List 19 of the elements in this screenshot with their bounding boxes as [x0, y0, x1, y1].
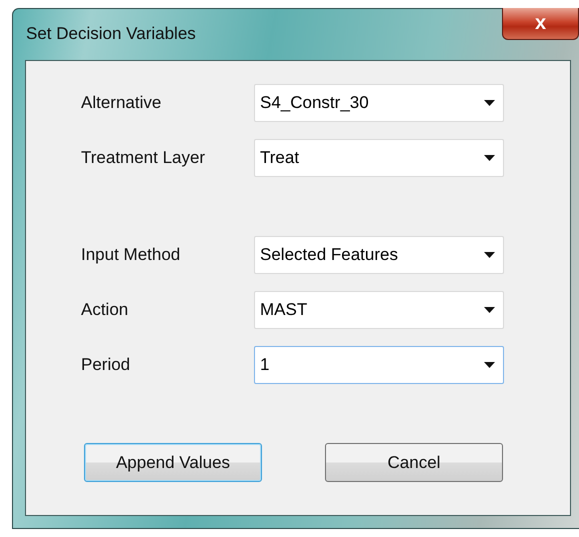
dropdown-field[interactable]: S4_Constr_30: [254, 84, 504, 122]
field-label: Treatment Layer: [81, 148, 206, 168]
field-label: Period: [81, 355, 132, 375]
dropdown-field[interactable]: Selected Features: [254, 236, 504, 274]
field-label: Action: [81, 300, 130, 320]
caret-icon: [484, 155, 495, 161]
dropdown-field[interactable]: Treat: [254, 139, 504, 177]
caret-icon: [484, 362, 495, 368]
close-button[interactable]: x: [502, 8, 579, 40]
field-label: Input Method: [81, 245, 182, 265]
dialog-button[interactable]: Append Values: [84, 443, 262, 482]
window-title: Set Decision Variables: [26, 24, 196, 44]
caret-icon: [484, 100, 495, 106]
dropdown-field[interactable]: MAST: [254, 291, 504, 329]
dialog-button[interactable]: Cancel: [325, 443, 503, 482]
field-label: Alternative: [81, 93, 162, 113]
dropdown-field[interactable]: 1: [254, 346, 504, 384]
caret-icon: [484, 307, 495, 313]
caret-icon: [484, 252, 495, 258]
